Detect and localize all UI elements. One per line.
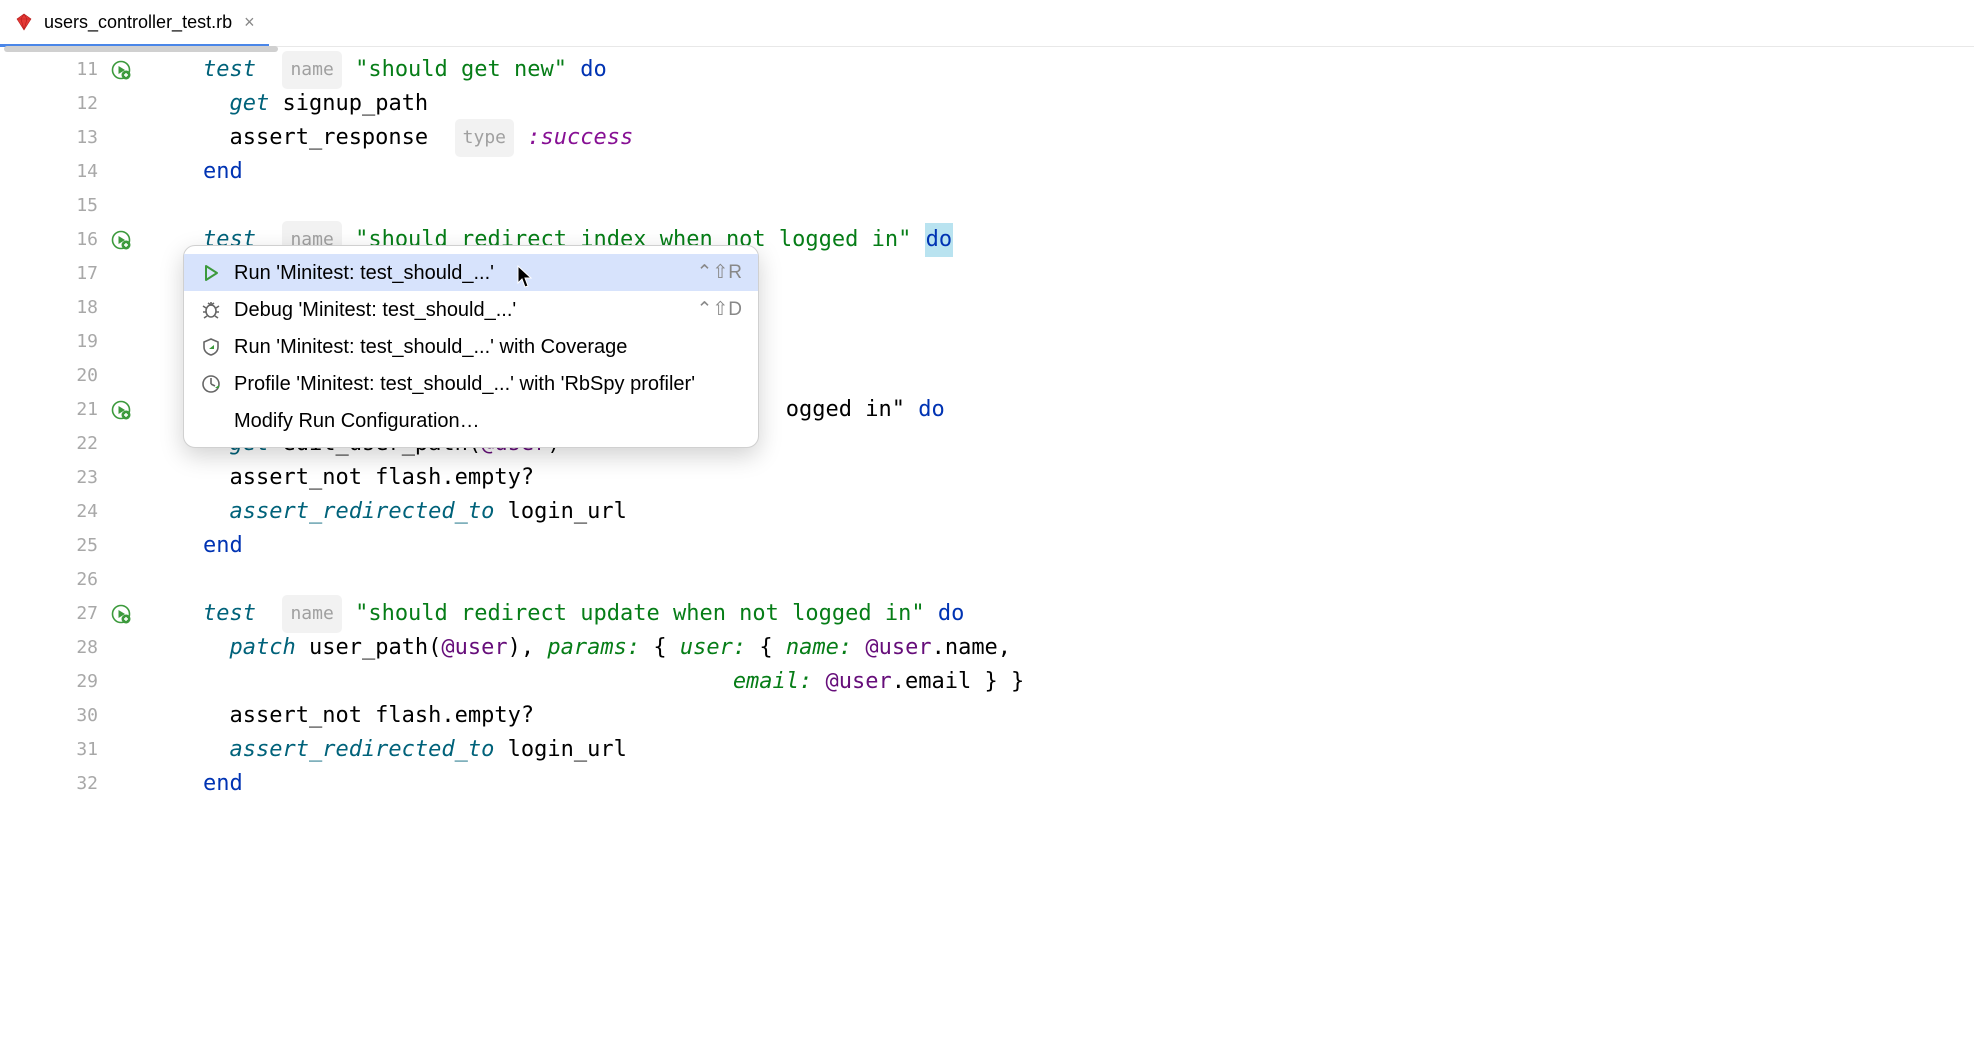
ruby-icon [14,12,34,32]
menu-item-modify[interactable]: Modify Run Configuration… [184,402,758,439]
line-number: 32 [76,767,98,801]
gutter-row: 12 [0,87,110,121]
code-line[interactable]: assert_response type :success [150,121,1974,155]
line-number: 15 [76,189,98,223]
debug-icon [200,299,222,321]
gutter: 1112131415161718192021222324252627282930… [0,47,110,801]
gutter-row: 32 [0,767,110,801]
line-number: 22 [76,427,98,461]
line-number: 17 [76,257,98,291]
tab-filename: users_controller_test.rb [44,12,232,33]
gutter-row: 29 [0,665,110,699]
inlay-hint: name [282,595,341,633]
context-menu: Run 'Minitest: test_should_...'⌃⇧RDebug … [183,245,759,448]
gutter-row: 17 [0,257,110,291]
line-number: 12 [76,87,98,121]
menu-label: Run 'Minitest: test_should_...' with Cov… [234,330,742,364]
code-line[interactable] [150,563,1974,597]
line-number: 19 [76,325,98,359]
line-number: 27 [76,597,98,631]
line-number: 24 [76,495,98,529]
file-tab[interactable]: users_controller_test.rb × [0,1,269,47]
code-line[interactable] [150,189,1974,223]
menu-shortcut: ⌃⇧D [696,293,742,327]
gutter-row: 25 [0,529,110,563]
line-number: 30 [76,699,98,733]
menu-shortcut: ⌃⇧R [696,256,742,290]
code-line[interactable]: assert_redirected_to login_url [150,733,1974,767]
line-number: 29 [76,665,98,699]
code-area[interactable]: test name "should get new" do get signup… [110,47,1974,801]
code-line[interactable]: end [150,529,1974,563]
gutter-row: 20 [0,359,110,393]
highlighted-keyword: do [925,223,954,257]
line-number: 28 [76,631,98,665]
gutter-row: 21 [0,393,110,427]
gutter-row: 23 [0,461,110,495]
gutter-row: 27 [0,597,110,631]
code-line[interactable]: end [150,155,1974,189]
menu-item-debug[interactable]: Debug 'Minitest: test_should_...' ⌃⇧D [184,291,758,328]
code-line[interactable]: assert_not flash.empty? [150,461,1974,495]
menu-item-profile[interactable]: Profile 'Minitest: test_should_...' with… [184,365,758,402]
code-line[interactable]: test name "should redirect update when n… [150,597,1974,631]
menu-label: Debug 'Minitest: test_should_...' [234,293,684,327]
menu-label: Run 'Minitest: test_should_...' [234,256,684,290]
gutter-row: 14 [0,155,110,189]
close-icon[interactable]: × [244,12,255,33]
blank-icon [200,410,222,432]
gutter-row: 15 [0,189,110,223]
code-line[interactable]: assert_redirected_to login_url [150,495,1974,529]
line-number: 20 [76,359,98,393]
line-number: 11 [76,53,98,87]
line-number: 23 [76,461,98,495]
run-icon [200,262,222,284]
code-line[interactable]: assert_not flash.empty? [150,699,1974,733]
gutter-row: 30 [0,699,110,733]
line-number: 31 [76,733,98,767]
menu-item-coverage[interactable]: Run 'Minitest: test_should_...' with Cov… [184,328,758,365]
line-number: 18 [76,291,98,325]
gutter-row: 11 [0,53,110,87]
gutter-row: 26 [0,563,110,597]
menu-label: Modify Run Configuration… [234,404,742,438]
gutter-row: 22 [0,427,110,461]
code-line[interactable]: end [150,767,1974,801]
gutter-row: 13 [0,121,110,155]
line-number: 16 [76,223,98,257]
code-line[interactable]: test name "should get new" do [150,53,1974,87]
inlay-hint: type [455,119,514,157]
gutter-row: 28 [0,631,110,665]
gutter-row: 19 [0,325,110,359]
code-editor[interactable]: 1112131415161718192021222324252627282930… [0,47,1974,801]
menu-item-run[interactable]: Run 'Minitest: test_should_...' ⌃⇧R [184,254,758,291]
gutter-row: 31 [0,733,110,767]
gutter-row: 18 [0,291,110,325]
tab-bar: users_controller_test.rb × [0,0,1974,47]
profile-icon [200,373,222,395]
code-line[interactable]: get signup_path [150,87,1974,121]
code-line[interactable]: patch user_path(@user), params: { user: … [150,631,1974,665]
inlay-hint: name [282,51,341,89]
code-line[interactable]: email: @user.email } } [150,665,1974,699]
line-number: 21 [76,393,98,427]
line-number: 14 [76,155,98,189]
menu-label: Profile 'Minitest: test_should_...' with… [234,367,742,401]
coverage-icon [200,336,222,358]
line-number: 25 [76,529,98,563]
line-number: 26 [76,563,98,597]
gutter-row: 16 [0,223,110,257]
line-number: 13 [76,121,98,155]
gutter-row: 24 [0,495,110,529]
